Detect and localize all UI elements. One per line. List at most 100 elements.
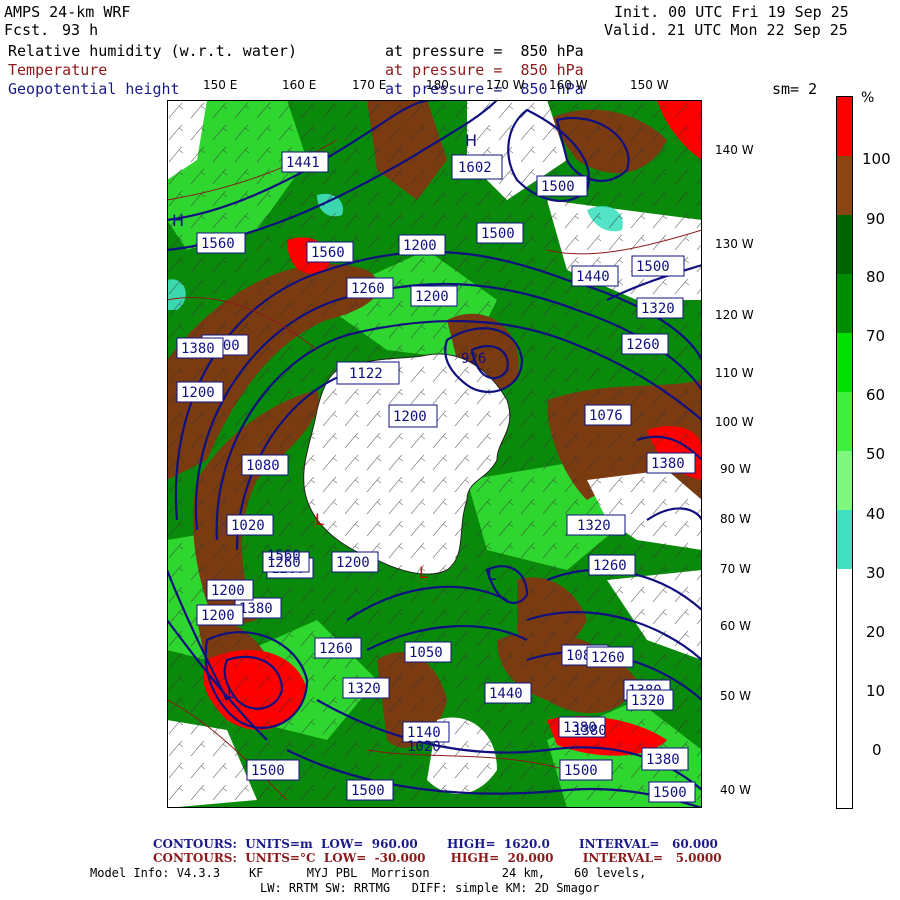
colorbar-label: 20 [866, 623, 886, 641]
height-label: 1320 [641, 301, 675, 317]
height-label: 1500 [481, 226, 515, 242]
colorbar-label: 40 [866, 505, 886, 523]
height-label: 1380 [573, 723, 607, 739]
height-label: 1020 [231, 518, 265, 534]
rh-map-panel: 1441 1602 1500 1560 1500 1560 1200 1260 … [167, 100, 702, 808]
lon-label: 160 W [549, 78, 588, 92]
height-label: 1260 [319, 641, 353, 657]
lat-label: 140 W [715, 143, 754, 157]
colorbar-label: 70 [866, 327, 886, 345]
height-label: 1200 [415, 289, 449, 305]
height-label: 1380 [181, 341, 215, 357]
height-label: 1122 [349, 366, 383, 382]
colorbar-segment [837, 569, 852, 808]
colorbar-segment [837, 333, 852, 392]
temperature-contour-info: CONTOURS: UNITS=°C LOW= -30.000 HIGH= 20… [153, 851, 722, 865]
height-label: 1560 [201, 236, 235, 252]
height-label: 1200 [181, 385, 215, 401]
height-label: 1050 [409, 645, 443, 661]
height-contour-info: CONTOURS: UNITS=m LOW= 960.00 HIGH= 1620… [153, 837, 718, 851]
height-label: 1260 [591, 650, 625, 666]
lat-label: 120 W [715, 308, 754, 322]
height-label: 1500 [653, 785, 687, 801]
field-temp-level: at pressure = 850 hPa [385, 61, 584, 79]
lat-label: 100 W [715, 415, 754, 429]
colorbar-segment [837, 97, 852, 156]
height-label: 1020 [407, 739, 441, 755]
colorbar-segment [837, 510, 852, 569]
model-title: AMPS 24-km WRF [4, 3, 131, 21]
low-marker: L [487, 565, 496, 584]
colorbar-label: 60 [866, 386, 886, 404]
lon-label: 170 W [486, 78, 525, 92]
lat-label: 50 W [720, 689, 751, 703]
height-label: 1440 [576, 269, 610, 285]
field-temp-name: Temperature [8, 61, 108, 79]
lon-label: 170 E [352, 78, 387, 92]
low-marker: L [419, 563, 428, 582]
lon-label: 150 E [203, 78, 238, 92]
field-height-name: Geopotential height [8, 80, 180, 98]
height-label: 1500 [541, 179, 575, 195]
low-marker: L [227, 683, 236, 702]
colorbar-unit: % [861, 90, 875, 106]
field-rh-level: at pressure = 850 hPa [385, 42, 584, 60]
height-label: 1560 [267, 548, 301, 564]
colorbar-label: 0 [872, 741, 882, 759]
lat-label: 70 W [720, 562, 751, 576]
smoothing-label: sm= 2 [772, 80, 818, 98]
height-label: 1441 [286, 155, 320, 171]
lat-label: 60 W [720, 619, 751, 633]
lat-label: 130 W [715, 237, 754, 251]
height-label: 1500 [251, 763, 285, 779]
lat-label: 80 W [720, 512, 751, 526]
lon-label: 150 W [630, 78, 669, 92]
low-marker: L [315, 510, 324, 529]
height-label: 1560 [311, 245, 345, 261]
height-label: 1200 [403, 238, 437, 254]
height-label: 1380 [646, 752, 680, 768]
height-label: 1500 [351, 783, 385, 799]
field-rh-name: Relative humidity (w.r.t. water) [8, 42, 297, 60]
lat-label: 40 W [720, 783, 751, 797]
physics-info: LW: RRTM SW: RRTMG DIFF: simple KM: 2D S… [260, 881, 600, 895]
height-label: 1500 [636, 259, 670, 275]
height-label: 1080 [246, 458, 280, 474]
height-label: 1500 [564, 763, 598, 779]
colorbar-label: 50 [866, 445, 886, 463]
height-label: 1260 [351, 281, 385, 297]
init-time: Init. 00 UTC Fri 19 Sep 25 [614, 3, 849, 21]
model-info: Model Info: V4.3.3 KF MYJ PBL Morrison 2… [90, 866, 647, 880]
valid-time: Valid. 21 UTC Mon 22 Sep 25 [604, 21, 848, 39]
height-label: 1320 [347, 681, 381, 697]
colorbar-segment [837, 392, 852, 451]
lat-label: 90 W [720, 462, 751, 476]
lon-label: 160 E [282, 78, 317, 92]
lat-label: 110 W [715, 366, 754, 380]
wind-barbs [167, 100, 702, 808]
height-label: 1260 [593, 558, 627, 574]
height-label: 1320 [577, 518, 611, 534]
height-label: 1200 [393, 409, 427, 425]
rh-colorbar [836, 96, 853, 809]
height-label: 926 [461, 351, 486, 367]
high-marker: H [172, 211, 184, 230]
height-label: 1260 [626, 337, 660, 353]
height-label: 1076 [589, 408, 623, 424]
height-label: 1380 [239, 601, 273, 617]
forecast-label: Fcst. [4, 21, 50, 39]
height-label: 1440 [489, 686, 523, 702]
colorbar-segment [837, 451, 852, 510]
height-label: 1320 [631, 693, 665, 709]
colorbar-label: 100 [862, 150, 891, 168]
colorbar-segment [837, 156, 852, 215]
height-label: 1200 [336, 555, 370, 571]
colorbar-segment [837, 215, 852, 274]
height-label: 1380 [651, 456, 685, 472]
colorbar-label: 30 [866, 564, 886, 582]
colorbar-label: 90 [866, 210, 886, 228]
colorbar-label: 80 [866, 268, 886, 286]
high-marker: H [465, 131, 477, 150]
lon-label: 180 [426, 78, 449, 92]
height-label: 1200 [201, 608, 235, 624]
